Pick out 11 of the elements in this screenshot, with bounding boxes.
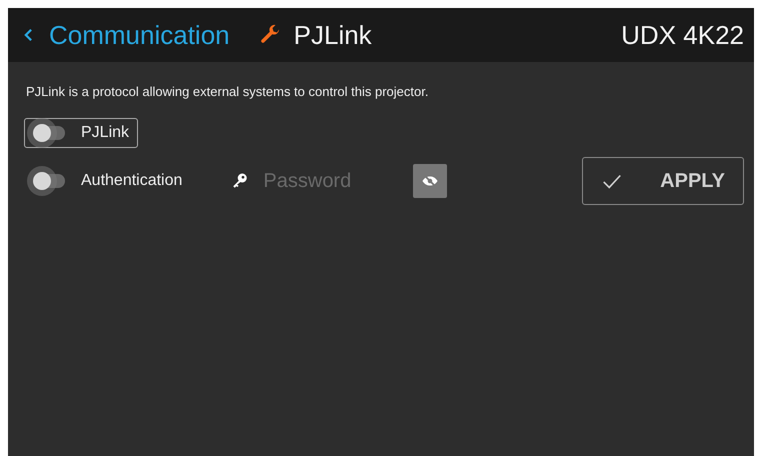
back-button[interactable]: Communication [24,20,230,50]
page-title: PJLink [294,20,372,50]
toggle-switch[interactable]: PJLink [24,118,138,148]
chevron-icon [24,28,33,42]
hidden-eye-button[interactable] [413,164,448,198]
toggle-switch[interactable]: Authentication [24,166,192,196]
description-text: PJLink is a protocol allowing external systems to control this projector. [26,84,430,99]
apply-button[interactable]: APPLY [582,157,744,205]
device-name: UDX 4K22 [621,20,744,50]
password-field[interactable]: Password [263,170,404,192]
key-icon [231,172,250,190]
